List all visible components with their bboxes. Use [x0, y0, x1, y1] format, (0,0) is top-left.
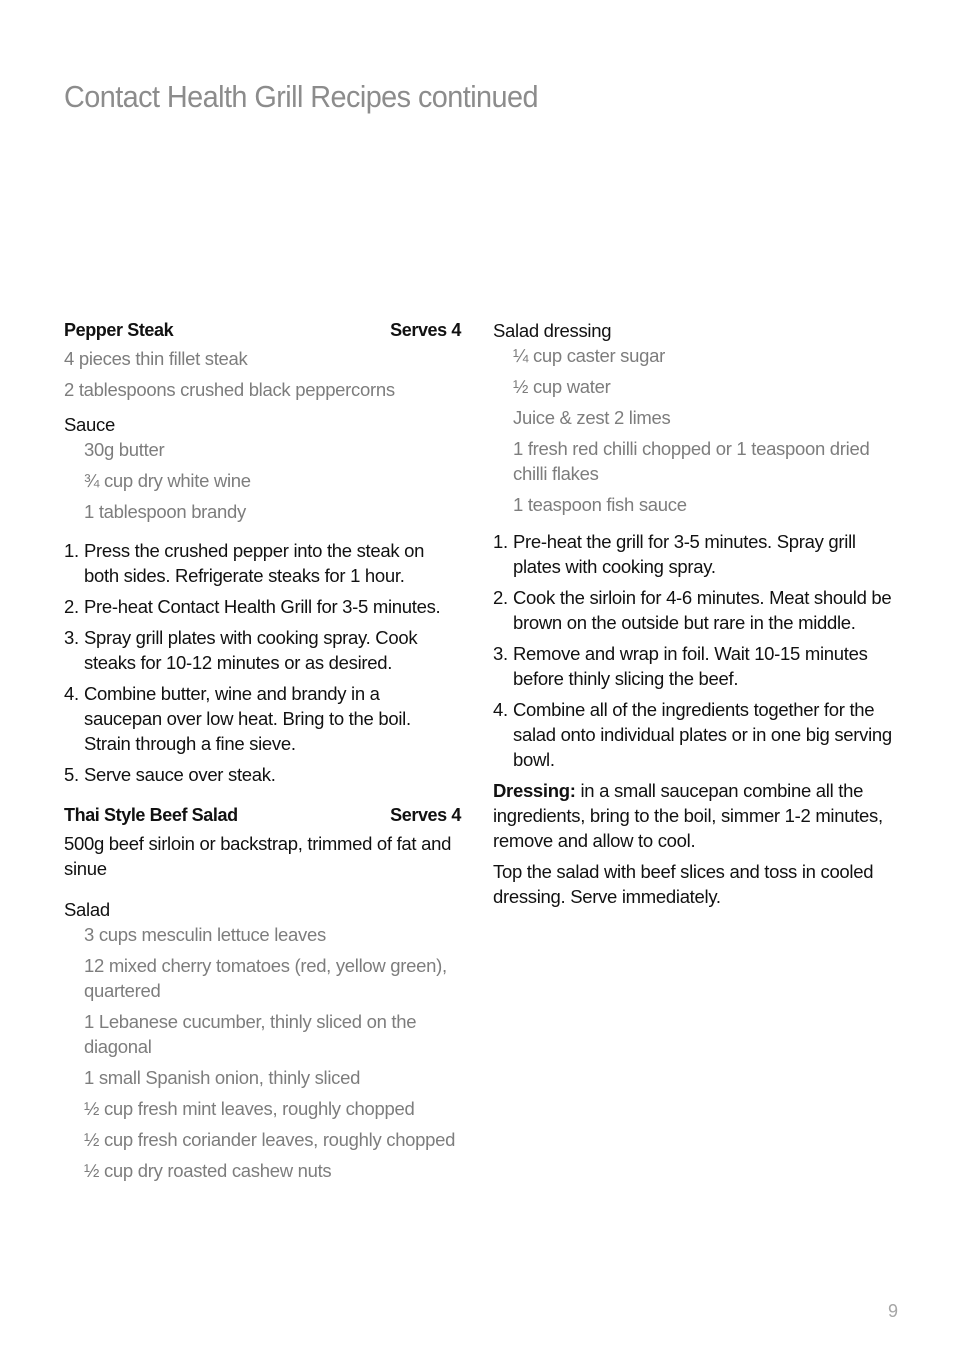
- method-step: 1. Pre-heat the grill for 3-5 minutes. S…: [493, 529, 893, 579]
- step-number: 5.: [64, 764, 79, 785]
- method-step: 2. Cook the sirloin for 4-6 minutes. Mea…: [493, 585, 893, 635]
- method-step: 4. Combine all of the ingredients togeth…: [493, 697, 893, 772]
- dressing-ingredient: 1 fresh red chilli chopped or 1 teaspoon…: [513, 438, 870, 484]
- recipe-title: Pepper Steak: [64, 320, 174, 340]
- sauce-ingredient: 30g butter: [84, 439, 165, 460]
- page-title: Contact Health Grill Recipes continued: [64, 78, 539, 114]
- right-column: Salad dressing ¼ cup caster sugar ½ cup …: [493, 318, 893, 915]
- step-text: Serve sauce over steak.: [84, 764, 276, 785]
- dressing-ingredient: ¼ cup caster sugar: [513, 345, 665, 366]
- salad-ingredient: 12 mixed cherry tomatoes (red, yellow gr…: [84, 955, 447, 1001]
- step-number: 2.: [493, 587, 508, 608]
- recipe-thai-beef-salad: Thai Style Beef Salad Serves 4 500g beef…: [64, 803, 461, 1183]
- sauce-ingredient: ¾ cup dry white wine: [84, 470, 251, 491]
- method-step: 2. Pre-heat Contact Health Grill for 3-5…: [64, 594, 461, 619]
- recipe-pepper-steak: Pepper Steak Serves 4 4 pieces thin fill…: [64, 318, 461, 787]
- dressing-ingredient: Juice & zest 2 limes: [513, 407, 671, 428]
- salad-ingredient: 1 small Spanish onion, thinly sliced: [84, 1067, 361, 1088]
- serves-label: Serves 4: [390, 320, 461, 340]
- salad-ingredient: 3 cups mesculin lettuce leaves: [84, 924, 326, 945]
- recipe-header: Thai Style Beef Salad Serves 4: [64, 803, 461, 828]
- step-text: Combine butter, wine and brandy in a sau…: [84, 683, 411, 754]
- step-number: 4.: [493, 699, 508, 720]
- method-step: 3. Spray grill plates with cooking spray…: [64, 625, 461, 675]
- page-number: 9: [888, 1301, 899, 1321]
- recipe-header: Pepper Steak Serves 4: [64, 318, 461, 343]
- step-text: Spray grill plates with cooking spray. C…: [84, 627, 418, 673]
- step-text: Cook the sirloin for 4-6 minutes. Meat s…: [513, 587, 892, 633]
- method-steps: 1. Press the crushed pepper into the ste…: [64, 538, 461, 787]
- step-text: Combine all of the ingredients together …: [513, 699, 892, 770]
- main-ingredient: 500g beef sirloin or backstrap, trimmed …: [64, 833, 452, 879]
- dressing-label: Dressing:: [493, 780, 576, 801]
- dressing-ingredient: ½ cup water: [513, 376, 611, 397]
- serves-label: Serves 4: [390, 805, 461, 825]
- salad-ingredient: ½ cup fresh mint leaves, roughly chopped: [84, 1098, 415, 1119]
- method-step: 5. Serve sauce over steak.: [64, 762, 461, 787]
- method-step: 1. Press the crushed pepper into the ste…: [64, 538, 461, 588]
- recipe-title: Thai Style Beef Salad: [64, 805, 238, 825]
- step-number: 3.: [64, 627, 79, 648]
- step-number: 1.: [493, 531, 508, 552]
- dressing-heading: Salad dressing: [493, 320, 612, 341]
- method-steps: 1. Pre-heat the grill for 3-5 minutes. S…: [493, 529, 893, 772]
- dressing-ingredient: 1 teaspoon fish sauce: [513, 494, 687, 515]
- dressing-instructions: Dressing: in a small saucepan combine al…: [493, 778, 893, 853]
- step-number: 2.: [64, 596, 79, 617]
- salad-ingredient: ½ cup dry roasted cashew nuts: [84, 1160, 332, 1181]
- step-text: Pre-heat the grill for 3-5 minutes. Spra…: [513, 531, 856, 577]
- step-text: Remove and wrap in foil. Wait 10-15 minu…: [513, 643, 868, 689]
- ingredient: 4 pieces thin fillet steak: [64, 348, 248, 369]
- salad-ingredient: ½ cup fresh coriander leaves, roughly ch…: [84, 1129, 456, 1150]
- serving-note: Top the salad with beef slices and toss …: [493, 861, 874, 907]
- salad-heading: Salad: [64, 899, 110, 920]
- method-step: 3. Remove and wrap in foil. Wait 10-15 m…: [493, 641, 893, 691]
- ingredient: 2 tablespoons crushed black peppercorns: [64, 379, 395, 400]
- step-number: 4.: [64, 683, 79, 704]
- step-text: Press the crushed pepper into the steak …: [84, 540, 425, 586]
- step-number: 3.: [493, 643, 508, 664]
- left-column: Pepper Steak Serves 4 4 pieces thin fill…: [64, 318, 461, 1189]
- sauce-ingredient: 1 tablespoon brandy: [84, 501, 246, 522]
- method-step: 4. Combine butter, wine and brandy in a …: [64, 681, 461, 756]
- salad-ingredient: 1 Lebanese cucumber, thinly sliced on th…: [84, 1011, 417, 1057]
- step-number: 1.: [64, 540, 79, 561]
- step-text: Pre-heat Contact Health Grill for 3-5 mi…: [84, 596, 441, 617]
- sauce-heading: Sauce: [64, 414, 115, 435]
